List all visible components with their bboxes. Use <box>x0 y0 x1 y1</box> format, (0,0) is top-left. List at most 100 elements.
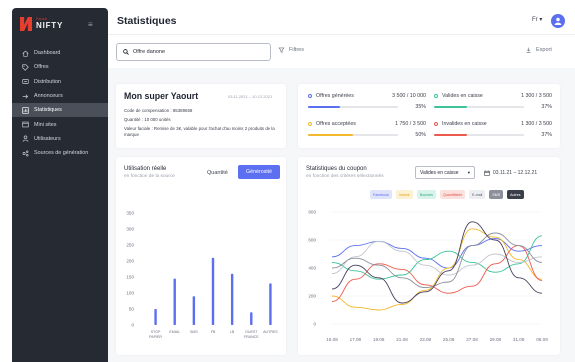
status-dot-icon <box>308 94 312 98</box>
x-tick-label: 19.08 <box>373 337 385 342</box>
chart-icon <box>21 107 29 114</box>
sidebar-item-label: Utilisateurs <box>34 135 61 142</box>
stat-offres-acceptees: Offres acceptées 1 750 / 3 500 50% <box>308 121 426 138</box>
stat-invalides-caisse: Invalides en caisse 1 300 / 3 500 37% <box>434 121 552 138</box>
x-tick-label: OUEST <box>245 330 258 334</box>
progress-bar-fill <box>308 106 340 108</box>
y-tick-label: 400 <box>308 266 316 271</box>
progress-bar <box>308 106 398 108</box>
language-label: Fr <box>532 17 538 23</box>
sidebar-item-label: Annonceurs <box>34 93 63 100</box>
x-tick-label: FRANCE <box>244 335 259 339</box>
sidebar-item-mini-sites[interactable]: Mini sites <box>12 117 108 131</box>
status-dot-icon <box>434 122 438 126</box>
utilisation-card: Utilisation réelle en fonction de la sou… <box>116 157 286 355</box>
x-tick-label: 27.08 <box>466 337 478 342</box>
x-tick-label: 25.08 <box>443 337 455 342</box>
stat-label: Valides en caisse <box>442 93 483 99</box>
y-tick-label: 0 <box>313 322 316 327</box>
x-tick-label: 29.08 <box>490 337 502 342</box>
stat-value: 1 300 / 3 500 <box>521 93 552 99</box>
y-tick-label: 200 <box>308 294 316 299</box>
sidebar-item-offres[interactable]: Offres <box>12 60 108 74</box>
status-dot-icon <box>308 122 312 126</box>
header-divider <box>108 34 575 35</box>
sidebar-item-label: Dashboard <box>34 50 61 57</box>
stat-value: 3 500 / 10 000 <box>392 93 426 99</box>
y-tick-label: 150 <box>126 275 134 280</box>
y-tick-label: 100 <box>126 291 134 296</box>
x-tick-label: 06.09 <box>536 337 548 342</box>
search-input[interactable] <box>133 49 263 55</box>
product-card: Mon super Yaourt 03.11.2021 – 10.12.2021… <box>116 84 286 148</box>
sidebar: Fanch NIFTY ≡ Dashboard Offres Distribut… <box>12 8 108 362</box>
export-button[interactable]: Export <box>525 47 552 53</box>
x-tick-label: 31.08 <box>513 337 525 342</box>
sidebar-item-sources[interactable]: Sources de génération <box>12 146 108 160</box>
sidebar-item-label: Statistiques <box>34 107 62 114</box>
bar <box>173 278 176 325</box>
x-tick-label: 17.08 <box>350 337 362 342</box>
tag-icon <box>21 64 29 71</box>
progress-bar <box>434 134 524 136</box>
download-icon <box>526 47 531 53</box>
search-field[interactable] <box>116 43 271 61</box>
stat-label: Offres acceptées <box>316 121 356 127</box>
progress-bar <box>434 106 524 108</box>
brand-name: NIFTY <box>36 20 64 30</box>
sidebar-item-statistiques[interactable]: Statistiques <box>12 103 108 118</box>
home-icon <box>21 50 29 57</box>
stats-card: Offres générées 3 500 / 10 000 35% Valid… <box>298 84 560 148</box>
stat-percent: 50% <box>415 132 426 138</box>
stat-label: Offres générées <box>316 93 354 99</box>
filters-button[interactable]: Filtres <box>278 47 304 53</box>
x-tick-label: SMS <box>190 330 198 334</box>
bar <box>192 296 196 325</box>
arrow-icon <box>21 93 29 100</box>
sidebar-menu: Dashboard Offres Distribution Annonceurs… <box>12 46 108 160</box>
share-icon <box>21 78 29 85</box>
y-tick-label: 350 <box>126 211 134 216</box>
product-description: Valeur faciale : Remise de 3€, valable p… <box>124 126 275 137</box>
stat-percent: 37% <box>541 104 552 110</box>
language-selector[interactable]: Fr ▾ <box>532 16 542 23</box>
browser-icon <box>21 121 29 128</box>
product-name: Mon super Yaourt <box>124 91 199 101</box>
sidebar-item-annonceurs[interactable]: Annonceurs <box>12 89 108 103</box>
series-line <box>331 221 543 304</box>
y-tick-label: 200 <box>126 259 134 264</box>
sidebar-item-distribution[interactable]: Distribution <box>12 75 108 89</box>
user-icon <box>21 135 29 143</box>
y-tick-label: 600 <box>308 238 316 243</box>
bar <box>230 273 234 325</box>
progress-bar-fill <box>434 134 468 136</box>
avatar[interactable] <box>551 14 565 28</box>
x-tick-label: LB <box>230 330 235 334</box>
y-tick-label: 800 <box>308 210 316 215</box>
status-dot-icon <box>434 94 438 98</box>
search-icon <box>123 49 129 55</box>
sidebar-item-dashboard[interactable]: Dashboard <box>12 46 108 60</box>
source-icon <box>21 150 29 157</box>
x-tick-label: 15.08 <box>326 337 338 342</box>
bar <box>269 283 272 325</box>
sidebar-item-label: Sources de génération <box>34 150 89 157</box>
brand-logo[interactable]: Fanch NIFTY <box>20 17 63 31</box>
stat-value: 1 300 / 3 500 <box>521 121 552 127</box>
y-tick-label: 0 <box>131 323 134 328</box>
sidebar-item-label: Distribution <box>34 78 61 85</box>
bar <box>250 312 253 325</box>
sidebar-item-utilisateurs[interactable]: Utilisateurs <box>12 132 108 146</box>
sidebar-item-label: Mini sites <box>34 121 57 128</box>
x-tick-label: STOP <box>151 330 161 334</box>
menu-collapse-icon[interactable]: ≡ <box>88 21 93 29</box>
stat-value: 1 750 / 3 500 <box>395 121 426 127</box>
y-tick-label: 300 <box>126 227 134 232</box>
coupon-card: Statistiques du coupon en fonction des c… <box>298 157 560 355</box>
x-tick-label: 23.08 <box>420 337 432 342</box>
product-dates: 03.11.2021 – 10.12.2021 <box>228 94 273 99</box>
stat-offres-generees: Offres générées 3 500 / 10 000 35% <box>308 93 426 110</box>
filters-label: Filtres <box>289 47 304 53</box>
x-tick-label: 21.08 <box>396 337 408 342</box>
product-quantity: Quantité : 10 000 unités <box>124 117 171 122</box>
